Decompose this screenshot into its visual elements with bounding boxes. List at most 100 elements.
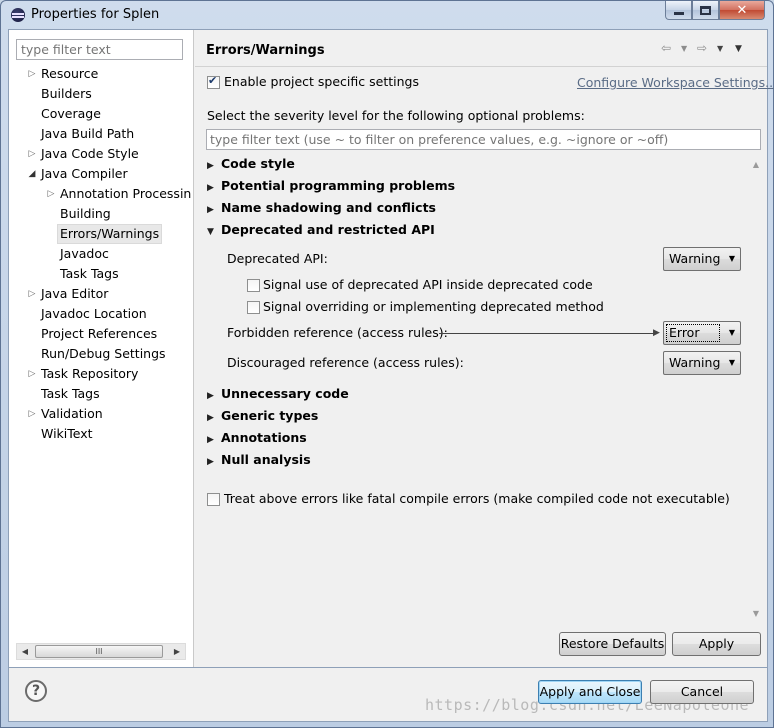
dropdown-arrow-icon: ▼	[728, 328, 735, 337]
vertical-scrollbar[interactable]: ▲ ▼	[748, 156, 764, 622]
help-icon[interactable]: ?	[25, 680, 47, 702]
section-unnecessary-code[interactable]: ▶ Unnecessary code	[207, 386, 349, 401]
section-label: Generic types	[221, 408, 319, 423]
forward-arrow-icon[interactable]: ⇨	[697, 41, 707, 55]
tree-item-label: Resource	[41, 66, 99, 81]
restore-defaults-button[interactable]: Restore Defaults	[559, 632, 666, 656]
tree-item-run-debug-settings[interactable]: Run/Debug Settings	[9, 344, 193, 364]
expand-arrow-icon[interactable]: ▷	[27, 144, 37, 164]
annotation-arrowhead-icon: ▶	[653, 328, 660, 338]
window-title: Properties for Splen	[31, 7, 160, 22]
section-deprecated-api[interactable]: ▼ Deprecated and restricted API	[207, 222, 435, 237]
title-separator	[195, 66, 767, 67]
section-null-analysis[interactable]: ▶ Null analysis	[207, 452, 311, 467]
deprecated-api-label: Deprecated API:	[227, 251, 328, 266]
tree-item-javadoc[interactable]: Javadoc	[9, 244, 193, 264]
dialog-content: ▷ Resource Builders Coverage Java Build P…	[8, 29, 774, 668]
section-label: Deprecated and restricted API	[221, 222, 435, 237]
view-menu-icon[interactable]: ▼	[735, 44, 742, 54]
right-pane: Errors/Warnings ⇦ ▼ ⇨ ▼ ▼ Enable project…	[195, 30, 774, 667]
maximize-button[interactable]	[692, 1, 719, 20]
expand-arrow-icon[interactable]: ▷	[27, 64, 37, 84]
section-label: Potential programming problems	[221, 178, 456, 193]
tree-item-task-tags[interactable]: Task Tags	[9, 384, 193, 404]
section-annotations[interactable]: ▶ Annotations	[207, 430, 307, 445]
deprecated-api-select[interactable]: Warning ▼	[663, 247, 741, 271]
tree-item-resource[interactable]: ▷ Resource	[9, 64, 193, 84]
expand-arrow-icon: ▶	[207, 205, 214, 215]
cancel-button[interactable]: Cancel	[650, 680, 754, 704]
tree-item-coverage[interactable]: Coverage	[9, 104, 193, 124]
scroll-right-icon[interactable]: ▶	[169, 644, 185, 659]
enable-project-settings-checkbox[interactable]	[207, 74, 220, 89]
minimize-button[interactable]	[665, 1, 692, 20]
forbidden-reference-select[interactable]: Error ▼	[663, 321, 741, 345]
expand-arrow-icon: ▶	[207, 391, 214, 401]
left-pane: ▷ Resource Builders Coverage Java Build P…	[9, 30, 194, 667]
tree-item-label: Javadoc Location	[41, 306, 147, 321]
back-menu-chevron-icon[interactable]: ▼	[681, 44, 687, 53]
tree-item-javadoc-location[interactable]: Javadoc Location	[9, 304, 193, 324]
section-generic-types[interactable]: ▶ Generic types	[207, 408, 318, 423]
tree-item-java-code-style[interactable]: ▷ Java Code Style	[9, 144, 193, 164]
tree-item-task-tags-sub[interactable]: Task Tags	[9, 264, 193, 284]
section-label: Annotations	[221, 430, 307, 445]
expand-arrow-icon[interactable]: ▷	[27, 284, 37, 304]
tree-item-label: Javadoc	[60, 246, 109, 261]
problem-filter-input[interactable]	[206, 129, 761, 150]
tree-item-label: Java Compiler	[41, 166, 128, 181]
expand-arrow-icon: ▶	[207, 413, 214, 423]
tree-item-annotation-processing[interactable]: ▷ Annotation Processin	[9, 184, 193, 204]
tree-filter-input[interactable]	[16, 39, 183, 60]
treat-as-fatal-checkbox[interactable]	[207, 493, 220, 506]
expand-arrow-icon[interactable]: ▷	[46, 184, 56, 204]
collapse-arrow-icon: ▼	[207, 227, 214, 237]
tree-item-java-compiler[interactable]: ◢ Java Compiler	[9, 164, 193, 184]
section-label: Code style	[221, 156, 295, 171]
configure-workspace-link[interactable]: Configure Workspace Settings...	[577, 75, 774, 90]
horizontal-scrollbar[interactable]: ◀ III ▶	[16, 643, 186, 660]
scroll-down-icon[interactable]: ▼	[748, 609, 764, 618]
section-label: Unnecessary code	[221, 386, 349, 401]
tree-item-java-editor[interactable]: ▷ Java Editor	[9, 284, 193, 304]
section-potential-problems[interactable]: ▶ Potential programming problems	[207, 178, 455, 193]
expand-arrow-icon: ▶	[207, 435, 214, 445]
severity-instructions: Select the severity level for the follow…	[207, 108, 585, 123]
title-bar[interactable]: Properties for Splen ✕	[1, 1, 773, 29]
scroll-left-icon[interactable]: ◀	[17, 644, 33, 659]
tree-item-java-build-path[interactable]: Java Build Path	[9, 124, 193, 144]
discouraged-reference-label: Discouraged reference (access rules):	[227, 355, 464, 370]
section-code-style[interactable]: ▶ Code style	[207, 156, 295, 171]
tree-item-task-repository[interactable]: ▷ Task Repository	[9, 364, 193, 384]
tree-item-label: Task Tags	[60, 266, 119, 281]
scroll-thumb[interactable]: III	[35, 645, 163, 658]
discouraged-reference-select[interactable]: Warning ▼	[663, 351, 741, 375]
signal-overriding-checkbox[interactable]	[247, 301, 260, 314]
select-value: Warning	[669, 251, 721, 266]
signal-inside-deprecated-checkbox[interactable]	[247, 279, 260, 292]
tree-item-wikitext[interactable]: WikiText	[9, 424, 193, 444]
tree-item-label: WikiText	[41, 426, 93, 441]
expand-arrow-icon: ▶	[207, 457, 214, 467]
tree-item-errors-warnings[interactable]: Errors/Warnings	[9, 224, 193, 244]
scroll-up-icon[interactable]: ▲	[748, 160, 764, 169]
back-arrow-icon[interactable]: ⇦	[661, 41, 671, 55]
tree-item-building[interactable]: Building	[9, 204, 193, 224]
tree-item-project-references[interactable]: Project References	[9, 324, 193, 344]
expand-arrow-icon[interactable]: ▷	[27, 364, 37, 384]
forward-menu-chevron-icon[interactable]: ▼	[717, 44, 723, 53]
collapse-arrow-icon[interactable]: ◢	[27, 164, 37, 184]
maximize-icon	[700, 5, 711, 15]
expand-arrow-icon: ▶	[207, 161, 214, 171]
enable-project-settings-label: Enable project specific settings	[224, 74, 419, 89]
expand-arrow-icon[interactable]: ▷	[27, 404, 37, 424]
apply-button[interactable]: Apply	[672, 632, 761, 656]
select-value: Warning	[669, 355, 721, 370]
annotation-arrow-line	[439, 333, 657, 334]
apply-and-close-button[interactable]: Apply and Close	[538, 680, 642, 704]
tree-item-builders[interactable]: Builders	[9, 84, 193, 104]
section-name-shadowing[interactable]: ▶ Name shadowing and conflicts	[207, 200, 436, 215]
page-title: Errors/Warnings	[206, 43, 325, 58]
tree-item-validation[interactable]: ▷ Validation	[9, 404, 193, 424]
close-button[interactable]: ✕	[719, 1, 765, 20]
